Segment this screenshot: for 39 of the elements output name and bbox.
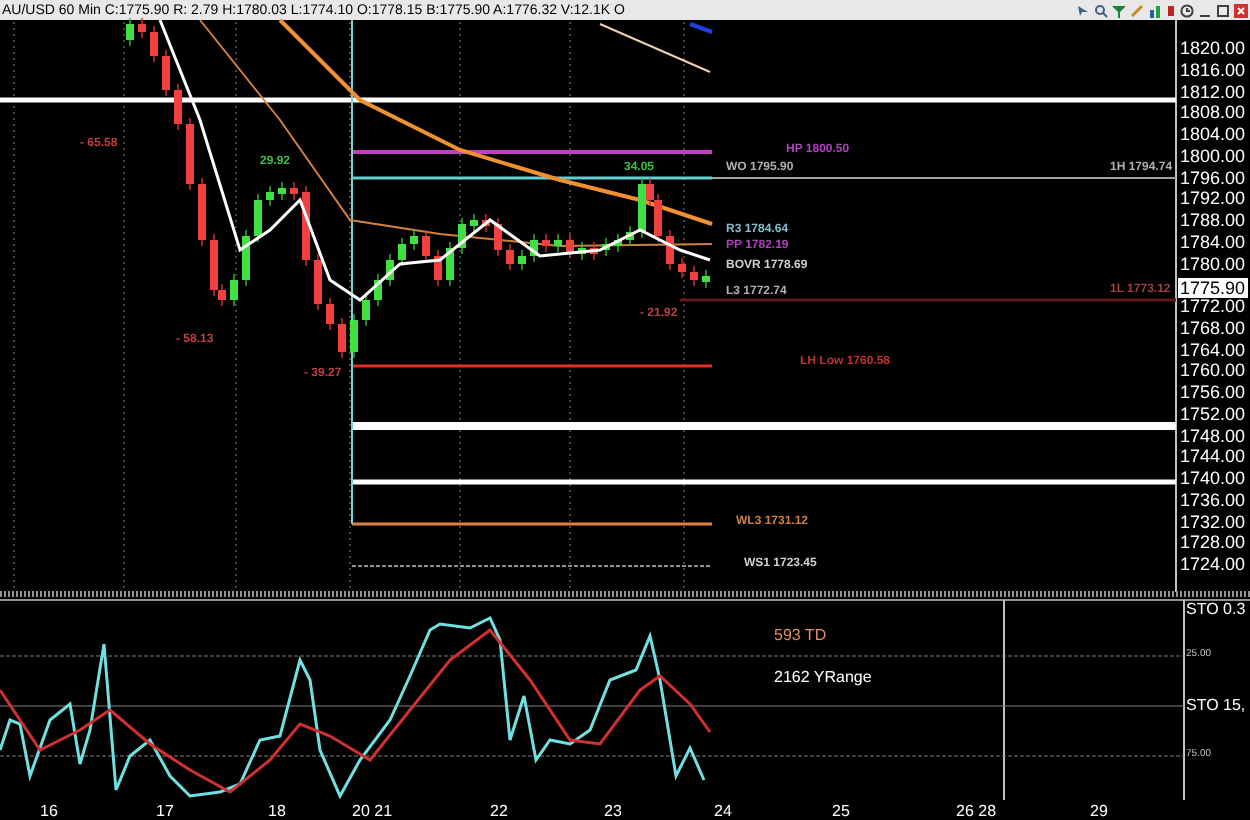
price-axis-label: 1812.00 — [1180, 81, 1246, 101]
indicator-label: 593 TD — [774, 626, 827, 644]
price-axis-label: 1796.00 — [1180, 167, 1246, 187]
price-axis-label: 1792.00 — [1180, 188, 1246, 209]
price-axis-label: 1768.00 — [1180, 317, 1246, 338]
price-axis-label: 1732.00 — [1180, 511, 1246, 531]
price-axis-label: 1760.00 — [1180, 360, 1246, 381]
date-axis-label: 26 28 — [956, 802, 997, 820]
date-axis-label: 20 21 — [352, 802, 393, 820]
price-axis-label: 1804.00 — [1180, 124, 1246, 144]
date-axis-label: 18 — [268, 802, 286, 820]
price-axis-label: 1728.00 — [1180, 532, 1246, 553]
price-axis-label: 1816.00 — [1180, 59, 1246, 80]
price-axis-label: 1772.00 — [1180, 296, 1246, 316]
current-price-tag: 1775.90 — [1178, 278, 1248, 298]
date-axis-label: 16 — [40, 802, 58, 820]
oscillator-name-label: STO 15, — [1186, 696, 1246, 714]
price-axis-label: 1740.00 — [1180, 468, 1246, 488]
date-axis-label: 25 — [832, 802, 850, 820]
indicator-label: 2162 YRange — [774, 668, 872, 686]
price-axis-label: 1724.00 — [1180, 554, 1246, 574]
date-axis-label: 17 — [156, 802, 174, 820]
price-axis-label: 1800.00 — [1180, 145, 1246, 166]
price-axis-label: 1788.00 — [1180, 210, 1246, 230]
date-axis-label: 29 — [1090, 802, 1108, 820]
date-axis-label: 22 — [490, 802, 508, 820]
price-axis-label: 1780.00 — [1180, 253, 1246, 273]
price-axis-label: 1752.00 — [1180, 403, 1246, 424]
date-axis-label: 23 — [604, 802, 622, 820]
price-axis-label: 1784.00 — [1180, 231, 1246, 252]
price-axis-label: 1820.00 — [1180, 38, 1246, 58]
price-axis-label: 1808.00 — [1180, 102, 1246, 123]
price-axis-label: 1764.00 — [1180, 339, 1246, 359]
price-axis-label: 1756.00 — [1180, 382, 1246, 402]
date-axis-label: 24 — [714, 802, 732, 820]
price-axis-label: 1748.00 — [1180, 425, 1246, 445]
oscillator-name-label: STO 0.3 — [1186, 600, 1246, 618]
price-axis-label: 1736.00 — [1180, 489, 1246, 510]
price-axis-label: 1744.00 — [1180, 446, 1246, 467]
